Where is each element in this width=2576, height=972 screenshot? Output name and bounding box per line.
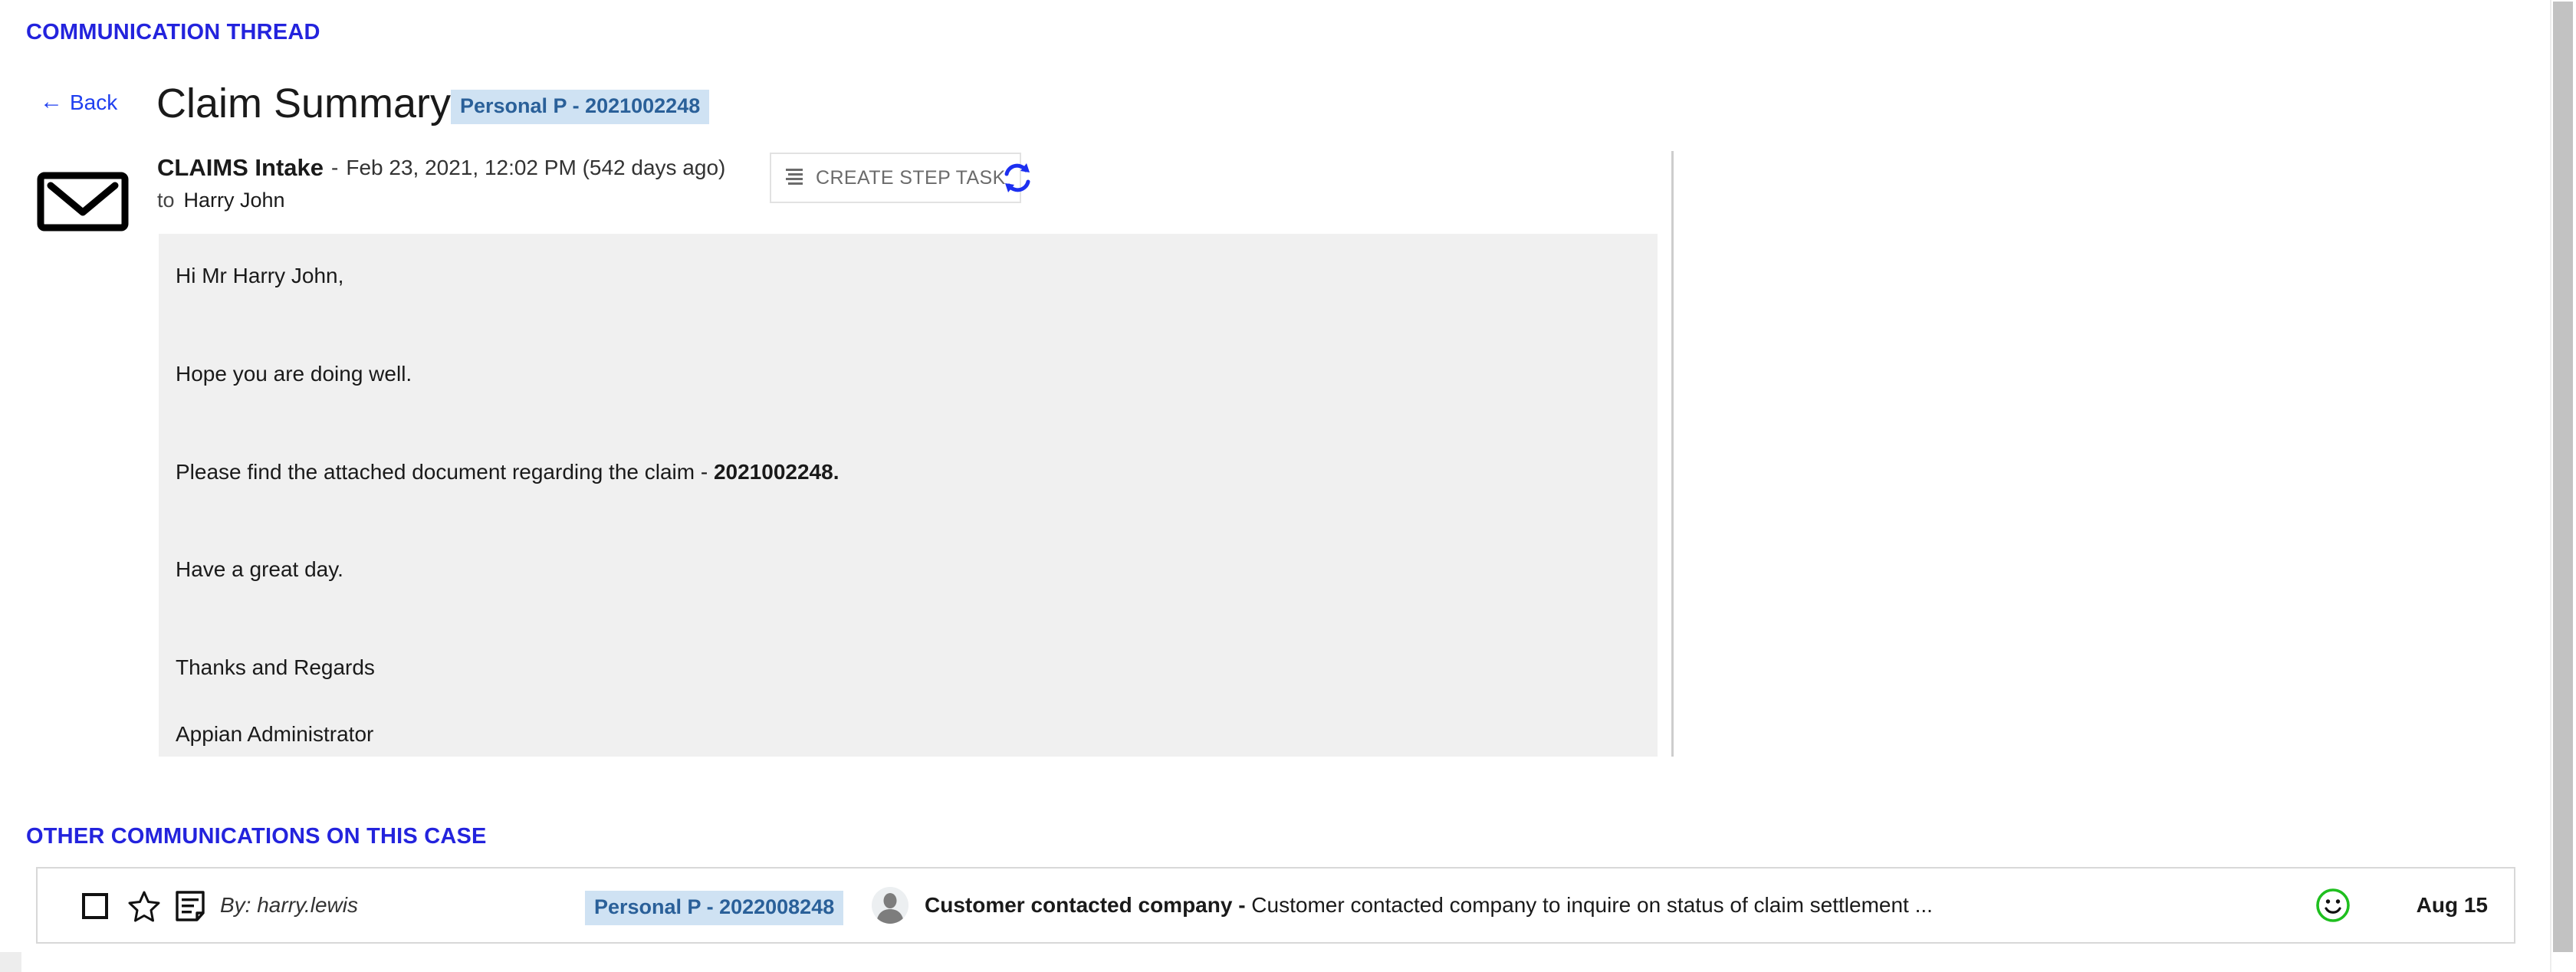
vertical-scrollbar[interactable] [2550, 0, 2576, 972]
arrow-left-icon: ← [40, 89, 63, 114]
smiley-positive-icon[interactable] [2315, 888, 2351, 923]
page-root: COMMUNICATION THREAD ← Back Claim Summar… [0, 0, 2576, 972]
list-lines-icon [785, 167, 805, 189]
row-author: By: harry.lewis [220, 893, 358, 917]
avatar [872, 887, 909, 924]
page-title: Claim Summary [156, 80, 452, 126]
row-subject-preview: Customer contacted company to inquire on… [1245, 893, 1933, 917]
vertical-scrollbar-thumb[interactable] [2553, 2, 2573, 952]
star-outline-icon[interactable] [128, 890, 160, 922]
create-step-task-button[interactable]: CREATE STEP TASK [770, 153, 1021, 203]
email-line-3: Please find the attached document regard… [176, 458, 1627, 487]
to-recipient: Harry John [183, 189, 285, 212]
email-body: Hi Mr Harry John, Hope you are doing wel… [159, 234, 1658, 757]
row-date: Aug 15 [2416, 893, 2488, 917]
row-case-badge[interactable]: Personal P - 2022008248 [585, 891, 844, 926]
column-divider [1671, 151, 1674, 757]
row-select-checkbox[interactable] [82, 893, 108, 919]
envelope-icon [37, 172, 129, 232]
message-timestamp: Feb 23, 2021, 12:02 PM (542 days ago) [346, 156, 726, 179]
case-id-badge[interactable]: Personal P - 2021002248 [451, 90, 710, 125]
table-row[interactable]: By: harry.lewis Personal P - 2022008248 … [38, 869, 2514, 942]
email-line-3-claim-id: 2021002248. [713, 459, 840, 484]
communication-thread-heading: COMMUNICATION THREAD [26, 20, 320, 44]
row-subject: Customer contacted company - Customer co… [925, 893, 1933, 918]
other-communications-heading: OTHER COMMUNICATIONS ON THIS CASE [26, 824, 487, 849]
horizontal-scrollbar[interactable] [0, 952, 21, 972]
back-link[interactable]: ← Back [40, 90, 117, 115]
to-label: to [157, 189, 175, 212]
email-signature: Appian Administrator [176, 721, 374, 746]
email-greeting: Hi Mr Harry John, [176, 264, 344, 287]
email-line-4: Have a great day. [176, 557, 343, 582]
note-document-icon[interactable] [174, 890, 206, 922]
meta-separator: - [331, 156, 339, 179]
row-subject-title: Customer contacted company - [925, 893, 1246, 917]
back-link-label: Back [70, 90, 118, 114]
other-communications-list: By: harry.lewis Personal P - 2022008248 … [36, 867, 2515, 944]
email-line-3-prefix: Please find the attached document regard… [176, 459, 714, 484]
email-signoff: Thanks and Regards [176, 655, 375, 680]
create-step-task-label: CREATE STEP TASK [816, 166, 1006, 189]
sender-name: CLAIMS Intake [157, 154, 324, 181]
title-row: ← Back Claim Summary [0, 80, 2576, 127]
email-line-2: Hope you are doing well. [176, 361, 412, 386]
refresh-icon[interactable] [1001, 161, 1034, 195]
